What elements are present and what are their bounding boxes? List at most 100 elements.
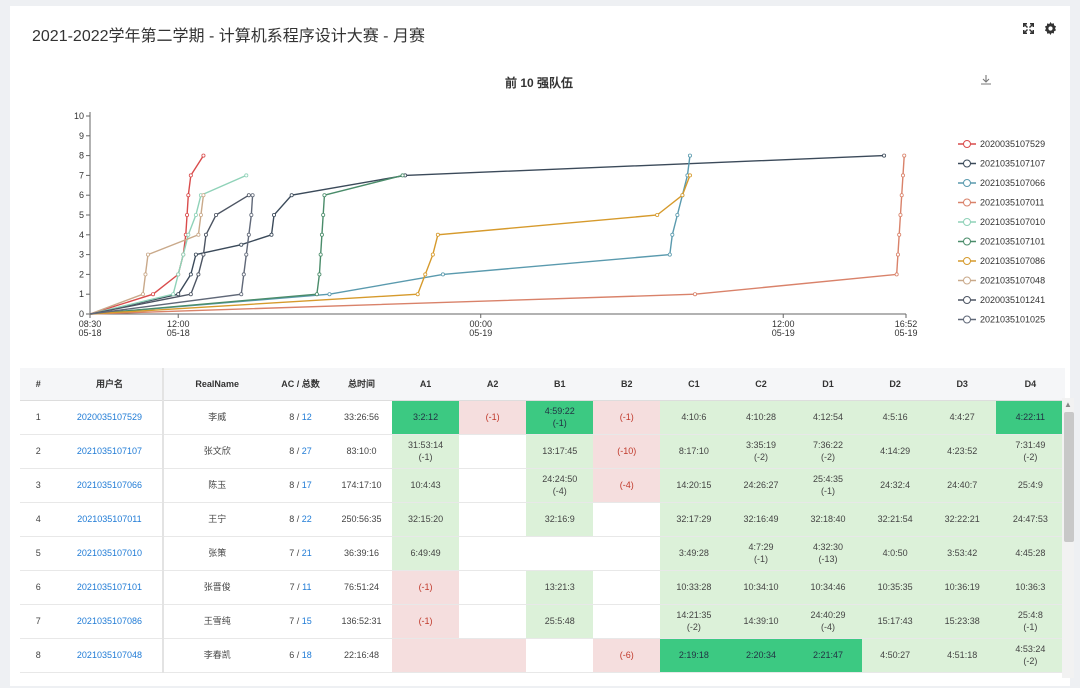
column-header[interactable]: A2 xyxy=(459,368,527,401)
username-link[interactable]: 2021035107011 xyxy=(77,514,141,524)
column-header[interactable]: C2 xyxy=(727,368,795,401)
submission-total[interactable]: 12 xyxy=(302,412,312,422)
series-point xyxy=(902,153,907,158)
column-header[interactable]: A1 xyxy=(392,368,460,401)
series-line xyxy=(89,174,247,315)
problem-cell: 31:53:14 (-1) xyxy=(392,434,460,469)
ac-cell: 8 / 17 xyxy=(270,468,332,503)
legend-marker xyxy=(963,296,971,304)
submission-total[interactable]: 22 xyxy=(302,514,312,524)
problem-cell xyxy=(459,536,527,571)
fullscreen-icon[interactable] xyxy=(1020,20,1036,36)
problem-cell xyxy=(459,570,527,605)
username-link[interactable]: 2021035107086 xyxy=(77,616,142,626)
submission-total[interactable]: 17 xyxy=(302,480,312,490)
series-point xyxy=(269,232,274,237)
username-cell: 2021035107101 xyxy=(56,570,165,605)
contest-panel: 2021-2022学年第二学期 - 计算机系程序设计大赛 - 月赛 前 10 强… xyxy=(10,6,1074,686)
problem-cell: 25:4:9 xyxy=(995,468,1065,503)
column-header[interactable]: D4 xyxy=(995,368,1065,401)
problem-cell: 4:7:29 (-1) xyxy=(727,536,795,571)
rank-cell: 3 xyxy=(20,468,57,503)
series-point xyxy=(201,193,206,198)
rank-cell: 1 xyxy=(20,400,57,435)
problem-cell: 7:36:22 (-2) xyxy=(794,434,862,469)
column-header[interactable]: 用户名 xyxy=(56,368,165,401)
username-link[interactable]: 2021035107048 xyxy=(77,650,142,660)
realname-cell: 李威 xyxy=(163,400,271,435)
x-tick-label: 05-18 xyxy=(78,328,101,338)
legend-label: 2021035107010 xyxy=(980,217,1045,227)
username-cell: 2021035107066 xyxy=(56,468,165,503)
series-point xyxy=(249,212,254,217)
ranking-chart: 前 10 强队伍 01234567891008:3005-1812:0005-1… xyxy=(74,75,1045,338)
column-header[interactable]: B1 xyxy=(526,368,594,401)
table-row: 4 2021035107011 王宁 8 / 22 250:56:35 32:15:20 3… xyxy=(20,502,1065,537)
column-header[interactable]: AC / 总数 xyxy=(270,368,332,401)
scroll-thumb[interactable] xyxy=(1064,412,1074,542)
submission-total[interactable]: 18 xyxy=(302,650,312,660)
submission-total[interactable]: 27 xyxy=(302,446,312,456)
problem-cell: 6:49:49 xyxy=(392,536,460,571)
username-link[interactable]: 2020035107529 xyxy=(77,412,142,422)
series-point xyxy=(314,292,319,297)
legend-item[interactable]: 2021035107107 xyxy=(958,159,1045,169)
column-header[interactable]: 总时间 xyxy=(331,368,393,401)
username-link[interactable]: 2021035107101 xyxy=(77,582,142,592)
column-header[interactable]: B2 xyxy=(593,368,661,401)
series-point xyxy=(201,153,206,158)
scroll-up-icon[interactable]: ▲ xyxy=(1064,400,1072,409)
series-point xyxy=(239,292,244,297)
download-icon[interactable] xyxy=(981,75,991,85)
series-point xyxy=(244,173,249,178)
legend-label: 2021035107066 xyxy=(980,178,1045,188)
problem-cell: 3:35:19 (-2) xyxy=(727,434,795,469)
legend-marker xyxy=(963,315,971,324)
series-point xyxy=(244,252,249,257)
username-link[interactable]: 2021035107107 xyxy=(77,446,142,456)
username-link[interactable]: 2021035107010 xyxy=(77,548,142,558)
submission-total[interactable]: 15 xyxy=(302,616,312,626)
series-point xyxy=(900,173,905,178)
settings-icon[interactable] xyxy=(1042,20,1058,36)
total-time-cell: 136:52:31 xyxy=(331,604,393,639)
legend-item[interactable]: 2021035107086 xyxy=(958,256,1045,266)
problem-cell: 4:10:28 xyxy=(727,400,795,435)
submission-total[interactable]: 11 xyxy=(302,582,311,592)
username-cell: 2021035107011 xyxy=(56,502,165,537)
legend-item[interactable]: 2021035107048 xyxy=(958,276,1045,286)
table-scrollbar[interactable]: ▲ xyxy=(1062,398,1074,678)
problem-cell xyxy=(459,434,527,469)
legend-label: 2021035107048 xyxy=(980,276,1045,286)
problem-cell: 4:0:50 xyxy=(861,536,929,571)
column-header[interactable]: D3 xyxy=(928,368,996,401)
legend-item[interactable]: 2020035101241 xyxy=(958,295,1045,305)
legend-item[interactable]: 2020035107529 xyxy=(958,139,1045,149)
legend-marker xyxy=(963,237,971,246)
username-link[interactable]: 2021035107066 xyxy=(77,480,142,490)
total-time-cell: 83:10:0 xyxy=(331,434,393,469)
legend-item[interactable]: 2021035107066 xyxy=(958,178,1045,188)
column-header[interactable]: # xyxy=(20,368,57,401)
series-point xyxy=(176,292,181,297)
problem-cell: 4:12:54 xyxy=(794,400,862,435)
submission-total[interactable]: 21 xyxy=(302,548,312,558)
problem-cell: 3:49:28 xyxy=(660,536,728,571)
problem-cell: 32:16:49 xyxy=(727,502,795,537)
legend-item[interactable]: 2021035107101 xyxy=(958,237,1045,247)
column-header[interactable]: C1 xyxy=(660,368,728,401)
legend-item[interactable]: 2021035101025 xyxy=(958,315,1045,325)
legend-item[interactable]: 2021035107011 xyxy=(958,198,1044,208)
column-header[interactable]: D1 xyxy=(794,368,862,401)
column-header[interactable]: D2 xyxy=(861,368,929,401)
problem-cell xyxy=(526,638,594,673)
column-header[interactable]: RealName xyxy=(163,368,271,401)
problem-cell: 10:34:10 xyxy=(727,570,795,605)
legend-marker xyxy=(963,257,971,265)
table-row: 7 2021035107086 王雪纯 7 / 15 136:52:31 (-1) 25:5… xyxy=(20,604,1065,639)
series-2021035107011 xyxy=(89,153,907,315)
legend-item[interactable]: 2021035107010 xyxy=(958,217,1045,227)
series-point xyxy=(894,272,899,277)
series-point xyxy=(145,252,150,257)
series-point xyxy=(186,232,191,237)
